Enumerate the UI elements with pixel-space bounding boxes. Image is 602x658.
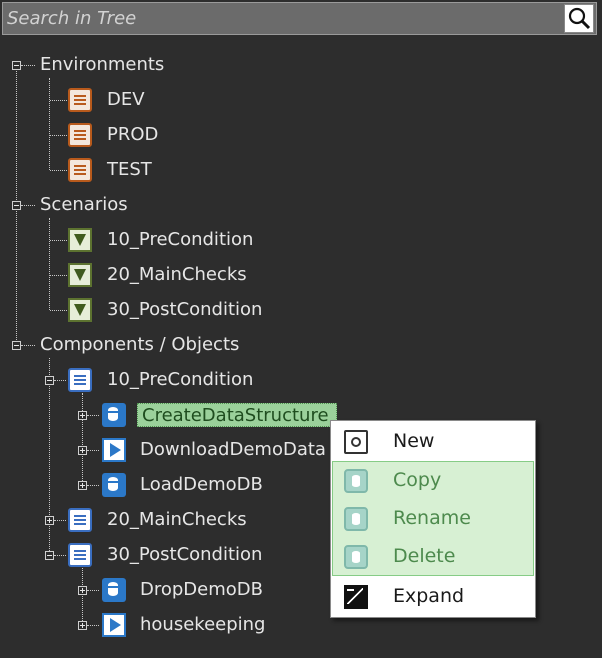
menu-item-label: Rename <box>393 507 471 529</box>
tree-node-components[interactable]: Components / Objects <box>40 333 239 357</box>
tree-node-environment[interactable]: DEV <box>107 88 145 112</box>
tree-connector <box>49 358 50 555</box>
expand-toggle[interactable] <box>78 586 87 595</box>
component-group-icon <box>68 508 92 532</box>
tree-connector <box>87 415 99 416</box>
tree-connector <box>50 135 67 136</box>
expand-toggle[interactable] <box>78 411 87 420</box>
menu-item-rename[interactable]: Rename <box>332 500 534 538</box>
play-icon <box>102 438 126 462</box>
tree-connector <box>50 100 67 101</box>
expand-toggle[interactable] <box>78 481 87 490</box>
tree-connector <box>87 485 99 486</box>
tree-connector <box>82 393 83 485</box>
menu-item-label: Expand <box>393 585 465 607</box>
component-group-icon <box>68 368 92 392</box>
tree-node-environments[interactable]: Environments <box>40 53 164 77</box>
tree-connector <box>21 205 35 206</box>
database-icon <box>102 473 126 497</box>
new-icon <box>344 430 368 454</box>
search-input[interactable] <box>7 3 557 34</box>
context-menu: New Copy Rename Delete Expand <box>330 420 536 618</box>
collapse-toggle[interactable] <box>45 376 54 385</box>
tree-connector <box>54 520 66 521</box>
tree-connector <box>54 555 66 556</box>
tree-node-component[interactable]: DownloadDemoData <box>140 438 326 462</box>
tree-node-scenarios[interactable]: Scenarios <box>40 193 128 217</box>
search-bar <box>2 2 597 35</box>
tree-connector <box>87 590 99 591</box>
tree-node-scenario[interactable]: 20_MainChecks <box>107 263 247 287</box>
tree-node-environment[interactable]: TEST <box>107 158 152 182</box>
component-group-icon <box>68 543 92 567</box>
scenario-icon <box>68 298 92 322</box>
tree-connector <box>82 568 83 625</box>
tree-connector <box>50 240 67 241</box>
rename-icon <box>344 507 368 531</box>
tree-node-component-group[interactable]: 10_PreCondition <box>107 368 253 392</box>
menu-item-label: Copy <box>393 469 442 491</box>
tree-node-scenario[interactable]: 30_PostCondition <box>107 298 262 322</box>
collapse-toggle[interactable] <box>12 201 21 210</box>
expand-toggle[interactable] <box>78 446 87 455</box>
tree-connector <box>50 310 67 311</box>
menu-item-label: Delete <box>393 545 456 567</box>
tree-connector <box>49 218 50 310</box>
environment-icon <box>68 158 92 182</box>
tree-node-component[interactable]: DropDemoDB <box>140 578 263 602</box>
tree-connector <box>21 65 35 66</box>
tree-node-scenario[interactable]: 10_PreCondition <box>107 228 253 252</box>
environment-icon <box>68 123 92 147</box>
menu-item-label: New <box>393 430 435 452</box>
tree-connector <box>49 78 50 170</box>
expand-toggle[interactable] <box>78 621 87 630</box>
collapse-toggle[interactable] <box>45 551 54 560</box>
copy-icon <box>344 469 368 493</box>
tree-node-component[interactable]: LoadDemoDB <box>140 473 263 497</box>
scenario-icon <box>68 228 92 252</box>
tree-connector <box>87 450 99 451</box>
search-button[interactable] <box>564 4 594 33</box>
collapse-toggle[interactable] <box>12 341 21 350</box>
tree-connector <box>87 625 99 626</box>
scenario-icon <box>68 263 92 287</box>
expand-toggle[interactable] <box>45 516 54 525</box>
tree-connector <box>21 345 35 346</box>
menu-item-new[interactable]: New <box>332 423 534 461</box>
database-icon <box>102 578 126 602</box>
menu-item-delete[interactable]: Delete <box>332 538 534 576</box>
play-icon <box>102 613 126 637</box>
tree-node-component-group[interactable]: 20_MainChecks <box>107 508 247 532</box>
search-icon <box>568 7 591 30</box>
collapse-toggle[interactable] <box>12 61 21 70</box>
menu-item-copy[interactable]: Copy <box>332 462 534 500</box>
delete-icon <box>344 545 368 569</box>
tree-connector <box>50 170 67 171</box>
tree-connector <box>54 380 66 381</box>
expand-icon <box>344 585 368 609</box>
tree-node-component-selected[interactable]: CreateDataStructure <box>137 403 337 427</box>
menu-item-expand[interactable]: Expand <box>332 578 534 616</box>
tree-node-component[interactable]: housekeeping <box>140 613 265 637</box>
tree-connector <box>50 275 67 276</box>
database-icon <box>102 403 126 427</box>
environment-icon <box>68 88 92 112</box>
tree-node-environment[interactable]: PROD <box>107 123 158 147</box>
tree-node-component-group[interactable]: 30_PostCondition <box>107 543 262 567</box>
